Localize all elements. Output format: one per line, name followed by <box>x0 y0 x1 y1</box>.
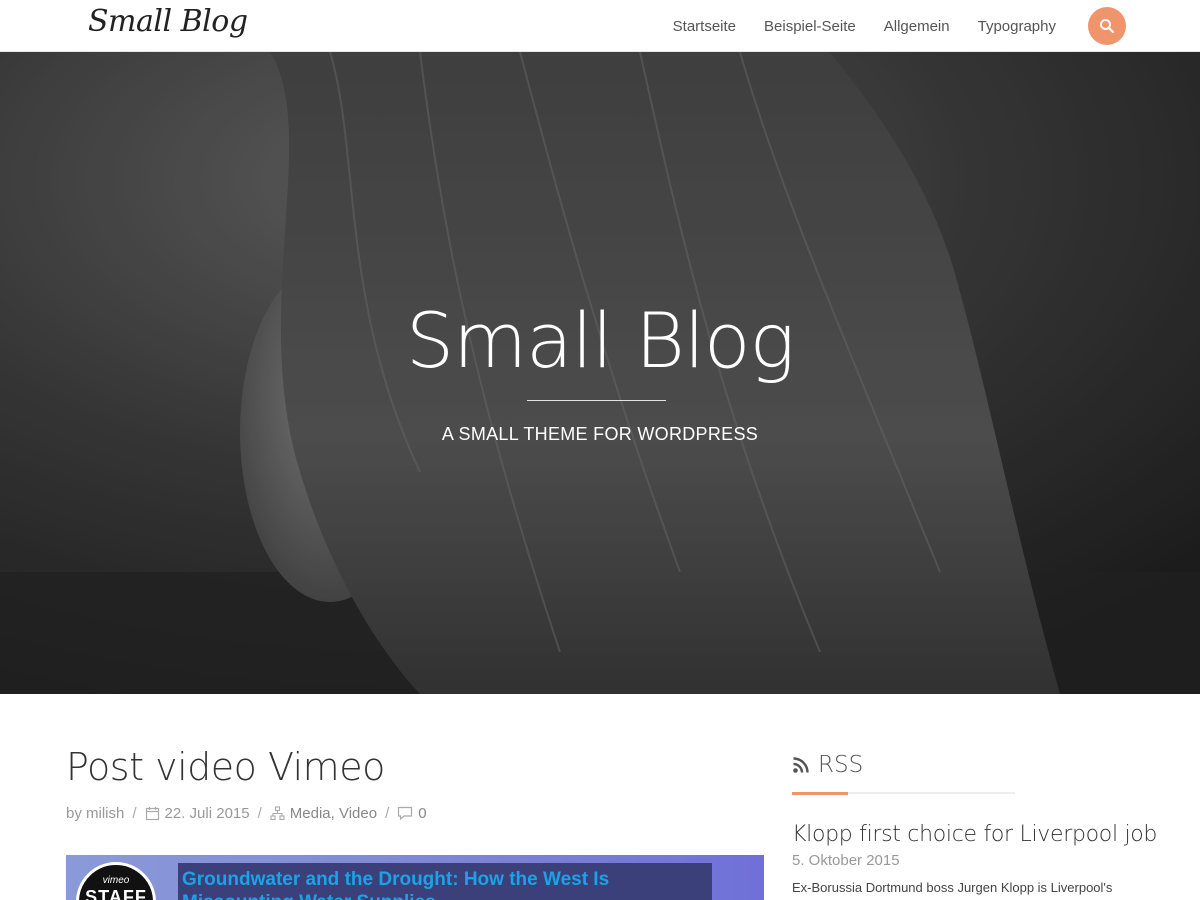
post-author[interactable]: by milish <box>66 805 124 822</box>
main-nav: Startseite Beispiel-Seite Allgemein Typo… <box>645 0 1126 52</box>
feed-item-date: 5. Oktober 2015 <box>792 852 900 869</box>
category-icon <box>270 806 285 821</box>
calendar-icon <box>145 807 159 821</box>
search-button[interactable] <box>1088 7 1126 45</box>
hero-banner: Small Blog A SMALL THEME FOR WORDPRESS <box>0 52 1200 694</box>
hero-title: Small Blog <box>405 296 795 385</box>
nav-item-startseite[interactable]: Startseite <box>673 18 736 35</box>
meta-separator: / <box>385 805 390 822</box>
rss-icon <box>793 757 809 773</box>
video-title[interactable]: Groundwater and the Drought: How the Wes… <box>182 868 702 900</box>
rss-heading-label: RSS <box>818 752 864 778</box>
post-title[interactable]: Post video Vimeo <box>66 745 385 789</box>
video-embed[interactable]: vimeo STAFF Groundwater and the Drought:… <box>66 855 764 900</box>
post-comment-count[interactable]: 0 <box>418 805 426 822</box>
meta-separator: / <box>132 805 137 822</box>
site-logo[interactable]: Small Blog <box>88 4 248 39</box>
post-meta: by milish / 22. Juli 2015 / Media, Video… <box>66 805 427 822</box>
post-categories[interactable]: Media, Video <box>290 805 377 822</box>
nav-item-typography[interactable]: Typography <box>978 18 1056 35</box>
comment-icon <box>398 806 413 821</box>
vimeo-staff-badge: vimeo STAFF <box>76 862 156 900</box>
hero-content: Small Blog A SMALL THEME FOR WORDPRESS <box>0 52 1200 694</box>
hero-tagline: A SMALL THEME FOR WORDPRESS <box>441 424 759 444</box>
rss-widget-heading: RSS <box>792 752 863 778</box>
site-header: Small Blog Startseite Beispiel-Seite All… <box>0 0 1200 52</box>
post-date[interactable]: 22. Juli 2015 <box>165 805 250 822</box>
hero-divider <box>527 400 666 401</box>
feed-item-excerpt: Ex-Borussia Dortmund boss Jurgen Klopp i… <box>792 880 1113 895</box>
nav-item-beispiel-seite[interactable]: Beispiel-Seite <box>764 18 856 35</box>
meta-separator: / <box>257 805 262 822</box>
nav-item-allgemein[interactable]: Allgemein <box>884 18 950 35</box>
search-icon <box>1100 19 1114 33</box>
rss-heading-accent <box>792 792 848 795</box>
feed-item-title[interactable]: Klopp first choice for Liverpool job <box>792 822 1157 847</box>
